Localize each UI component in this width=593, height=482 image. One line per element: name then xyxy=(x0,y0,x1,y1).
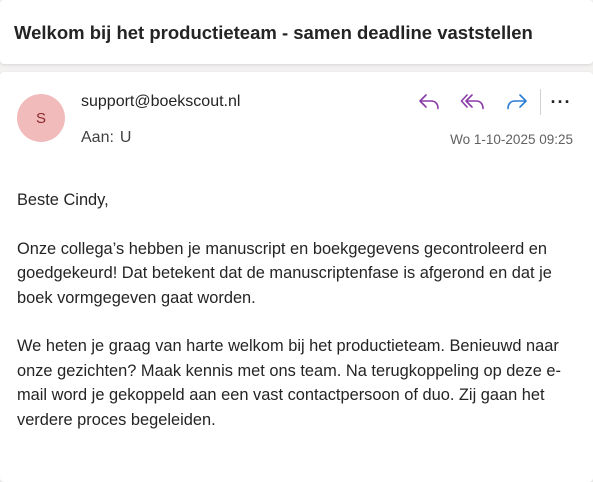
reply-all-icon xyxy=(460,94,484,110)
greeting: Beste Cindy, xyxy=(17,191,109,209)
email-subject: Welkom bij het productieteam - samen dea… xyxy=(14,22,533,43)
forward-icon xyxy=(507,94,527,110)
forward-button[interactable] xyxy=(502,88,532,116)
body-paragraph: We heten je graag van harte welkom bij h… xyxy=(17,337,561,429)
sender-address[interactable]: support@boekscout.nl xyxy=(81,93,240,111)
message-actions: ··· xyxy=(400,88,575,116)
message-timestamp: Wo 1-10-2025 09:25 xyxy=(450,132,573,147)
to-value[interactable]: U xyxy=(120,129,132,146)
more-actions-button[interactable]: ··· xyxy=(547,88,575,116)
actions-divider xyxy=(540,89,541,115)
recipient-line: Aan: U xyxy=(81,129,131,147)
reply-button[interactable] xyxy=(414,88,444,116)
message-body: Beste Cindy, Onze collega’s hebben je ma… xyxy=(17,188,577,456)
body-paragraph: Onze collega’s hebben je manuscript en b… xyxy=(17,239,552,307)
avatar[interactable]: S xyxy=(17,94,65,142)
message-card: S support@boekscout.nl Aan: U ··· Wo 1-1… xyxy=(0,72,593,482)
reply-icon xyxy=(419,94,439,110)
reply-all-button[interactable] xyxy=(458,88,488,116)
to-label: Aan: xyxy=(81,129,114,146)
subject-bar: Welkom bij het productieteam - samen dea… xyxy=(0,0,593,64)
